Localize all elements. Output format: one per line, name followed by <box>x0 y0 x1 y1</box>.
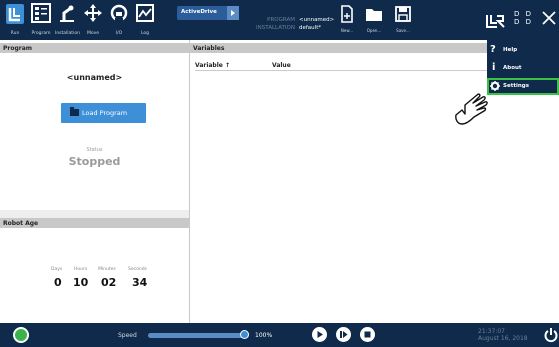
open-label: Open... <box>366 28 382 33</box>
question-icon: ? <box>490 44 496 55</box>
age-label-minutes: Minutes <box>98 267 116 272</box>
step-icon <box>340 331 348 338</box>
close-icon[interactable] <box>542 10 556 29</box>
program-key: PROGRAM <box>267 17 295 23</box>
nav-installation-label: Installation <box>55 31 80 36</box>
age-value-seconds: 34 <box>132 276 148 289</box>
table-header-line <box>195 70 487 71</box>
variables-header: Variables <box>190 43 487 53</box>
installation-key: INSTALLATION <box>256 25 295 31</box>
age-label-seconds: Seconds <box>128 267 147 272</box>
clock-time: 21:37:07 <box>478 328 505 335</box>
clock-date: August 16, 2018 <box>478 335 528 342</box>
save-icon <box>394 6 412 27</box>
age-label-hours: Hours <box>74 267 88 272</box>
nav-move-label: Move <box>86 31 100 36</box>
installation-value: default* <box>299 25 322 31</box>
play-button[interactable] <box>312 327 327 342</box>
play-icon <box>317 331 323 338</box>
info-icon: i <box>492 62 496 73</box>
new-file-icon <box>340 5 354 27</box>
top-bar: Run Program Installation Move I/O Log Ac… <box>0 0 559 40</box>
log-icon <box>133 3 157 27</box>
bottom-bar: Speed 100% 21:37:07 August 16, 2018 <box>0 323 559 347</box>
robot-status-button[interactable] <box>13 327 29 343</box>
menu-about-label: About <box>503 65 522 71</box>
program-name: <unnamed> <box>66 73 123 82</box>
nav-program-label: Program <box>31 31 51 36</box>
status-value: Stopped <box>68 155 121 168</box>
program-info: PROGRAM <unnamed> <box>243 17 334 23</box>
speed-slider-handle[interactable] <box>240 330 249 339</box>
load-program-button[interactable]: Load Program <box>61 103 146 123</box>
save-button[interactable]: Save... <box>392 5 414 33</box>
save-label: Save... <box>396 28 410 33</box>
new-button[interactable]: New... <box>336 5 358 33</box>
folder-icon <box>70 107 79 116</box>
nav-run-label: Run <box>10 31 20 36</box>
open-button[interactable]: Open... <box>363 5 385 33</box>
nav-move[interactable]: Move <box>81 3 105 37</box>
installation-icon <box>55 3 79 27</box>
menu-settings-label: Settings <box>503 83 529 89</box>
menu-help-label: Help <box>503 47 518 53</box>
activedrive-label: ActiveDrive <box>181 9 217 15</box>
stop-button[interactable] <box>360 327 375 342</box>
age-value-days: 0 <box>54 276 62 289</box>
clock: 21:37:07 August 16, 2018 <box>478 328 528 342</box>
run-icon <box>3 3 27 27</box>
menu-item-settings[interactable]: Settings <box>487 78 559 95</box>
installation-info: INSTALLATION default* <box>243 25 321 31</box>
nav-io-label: I/O <box>115 31 123 36</box>
hand-pointer-icon <box>452 93 492 133</box>
nav-log[interactable]: Log <box>133 3 157 37</box>
ur-logo-icon[interactable] <box>486 13 506 32</box>
status-label: Status <box>86 147 103 153</box>
column-variable[interactable]: Variable ↑ <box>195 62 230 69</box>
stop-icon <box>364 331 371 338</box>
play-arrow-icon <box>227 6 239 20</box>
folder-icon <box>365 8 383 27</box>
nav-log-label: Log <box>140 31 150 36</box>
new-label: New... <box>340 28 354 33</box>
io-icon <box>107 3 131 27</box>
age-value-minutes: 02 <box>101 276 117 289</box>
step-button[interactable] <box>336 327 351 342</box>
vertical-divider <box>189 40 190 323</box>
program-icon <box>29 3 53 27</box>
robot-age-header: Robot Age <box>0 218 189 228</box>
program-value: <unnamed> <box>299 17 335 23</box>
nav-installation[interactable]: Installation <box>55 3 80 37</box>
move-icon <box>81 3 105 27</box>
menu-item-help[interactable]: ? Help <box>487 42 559 59</box>
program-panel-header: Program <box>0 43 189 53</box>
menu-item-about[interactable]: i About <box>487 60 559 77</box>
power-icon[interactable] <box>544 327 558 347</box>
age-label-days: Days <box>51 267 63 272</box>
activedrive-button[interactable]: ActiveDrive <box>177 6 239 20</box>
load-program-label: Load Program <box>82 109 128 117</box>
panel-divider <box>0 210 189 218</box>
column-value[interactable]: Value <box>272 62 291 69</box>
speed-value: 100% <box>255 332 273 339</box>
age-value-hours: 10 <box>73 276 89 289</box>
nav-io[interactable]: I/O <box>107 3 131 37</box>
nav-program[interactable]: Program <box>29 3 53 37</box>
speed-slider[interactable] <box>148 333 249 338</box>
dd-icon[interactable]: D DD D <box>514 10 533 26</box>
speed-label: Speed <box>118 332 137 339</box>
nav-run[interactable]: Run <box>3 3 27 37</box>
settings-menu: ? Help i About Settings <box>487 40 559 95</box>
